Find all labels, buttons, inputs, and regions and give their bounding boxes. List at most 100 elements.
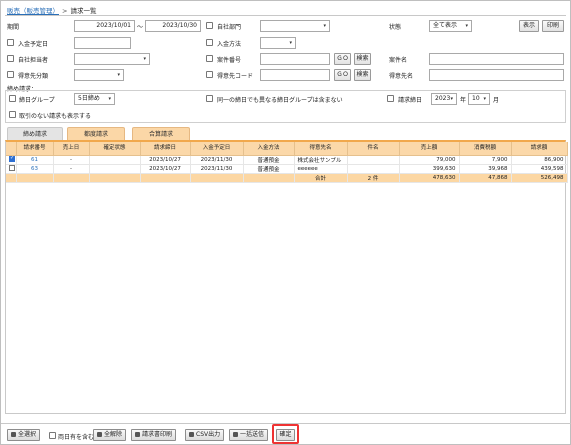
customer-code-checkbox[interactable] [206, 71, 213, 78]
breadcrumb-link-sales[interactable]: 販売（販売管理） [7, 7, 59, 15]
billing-date-checkbox[interactable] [387, 95, 394, 102]
column-header-payment-due[interactable]: 入金予定日 [190, 142, 244, 156]
month-select[interactable]: 10 ▾ [468, 93, 490, 105]
customer-name-label: 得意先名 [389, 73, 414, 80]
own-staff-select[interactable]: ▾ [74, 53, 150, 65]
payment-method-select[interactable]: ▾ [260, 37, 296, 49]
customer-name-input[interactable] [429, 69, 564, 81]
payment-due-cell: 2023/11/30 [190, 155, 244, 165]
same-group-checkbox[interactable] [206, 95, 213, 102]
tilde-separator: ～ [137, 24, 144, 31]
invoice-no-link[interactable]: 63 [16, 164, 54, 174]
tax-amount-cell: 7,900 [459, 155, 512, 165]
column-header-tax-amount[interactable]: 消費税額 [459, 142, 512, 156]
table-row[interactable]: 61 - 2023/10/27 2023/11/30 普通預金 株式会社サンプル… [6, 155, 568, 165]
closing-group-select[interactable]: 5日締め ▾ [74, 93, 115, 105]
select-all-button[interactable]: 全選択 [7, 429, 41, 441]
invoice-no-link[interactable]: 61 [16, 155, 54, 165]
same-group-label: 同一の締日でも異なる締日グループは含まない [217, 97, 343, 104]
date-from-input[interactable]: 2023/10/01 [74, 20, 135, 32]
confirm-status-cell [89, 155, 141, 165]
customer-category-checkbox[interactable] [7, 71, 14, 78]
column-header-payment-method[interactable]: 入金方法 [243, 142, 295, 156]
table-row[interactable]: 63 - 2023/10/27 2023/11/30 普通預金 eeeeee 3… [6, 164, 568, 174]
confirm-button-highlight [272, 424, 299, 444]
payment-method-cell: 普通預金 [243, 155, 295, 165]
closing-group-value: 5日締め [78, 95, 100, 102]
deselect-all-icon [97, 432, 102, 437]
customer-search-button[interactable]: 検索 [354, 69, 371, 81]
payment-due-input[interactable] [74, 37, 131, 49]
year-value: 2023 [435, 95, 451, 102]
csv-output-button[interactable]: CSV出力 [185, 429, 225, 441]
payment-method-checkbox[interactable] [206, 39, 213, 46]
table-header-row: 請求番号 売上日 確定状態 請求締日 入金予定日 入金方法 得意先名 件名 売上… [6, 142, 568, 156]
deselect-all-button[interactable]: 全解除 [93, 429, 127, 441]
column-header-billing-amount[interactable]: 請求額 [511, 142, 568, 156]
include-other-checkbox[interactable] [49, 432, 56, 439]
printer-icon [135, 432, 140, 437]
column-header-closing-date[interactable]: 請求締日 [140, 142, 191, 156]
print-invoice-label: 請求書印刷 [142, 431, 173, 438]
column-header-sales-date[interactable]: 売上日 [53, 142, 90, 156]
own-staff-label: 自社担当者 [18, 57, 49, 64]
row-checkbox-cell[interactable] [6, 164, 17, 174]
project-name-input[interactable] [429, 53, 564, 65]
row-checkbox-cell[interactable] [6, 155, 17, 165]
row-checkbox[interactable] [9, 155, 15, 163]
print-invoice-button[interactable]: 請求書印刷 [131, 429, 177, 441]
subject-cell [347, 164, 400, 174]
own-dept-checkbox[interactable] [206, 22, 213, 29]
include-other-label: 両日有を含む [58, 434, 95, 441]
column-header-invoice-no[interactable]: 請求番号 [16, 142, 54, 156]
show-button[interactable]: 表示 [519, 20, 539, 32]
send-icon [233, 432, 238, 437]
project-no-checkbox[interactable] [206, 55, 213, 62]
column-header-subject[interactable]: 件名 [347, 142, 400, 156]
chevron-down-icon: ▾ [143, 56, 146, 62]
period-label: 期間 [7, 24, 20, 31]
project-search-button[interactable]: 検索 [354, 53, 371, 65]
payment-due-checkbox[interactable] [7, 39, 14, 46]
total-empty-cell [243, 173, 295, 183]
tab-closing-billing[interactable]: 締め請求 [7, 127, 63, 140]
closing-group-checkbox[interactable] [9, 95, 16, 102]
row-checkbox[interactable] [9, 165, 15, 172]
customer-go-button[interactable]: ＧＯ [334, 69, 351, 81]
bulk-send-button[interactable]: 一括送信 [229, 429, 269, 441]
billing-date-label: 請求締日 [398, 97, 423, 104]
sales-date-cell: - [53, 164, 90, 174]
no-transaction-checkbox[interactable] [9, 111, 16, 118]
year-unit: 年 [460, 97, 467, 104]
project-go-button[interactable]: ＧＯ [334, 53, 351, 65]
closing-date-cell: 2023/10/27 [140, 164, 191, 174]
total-label: 合計 [294, 173, 348, 183]
billing-amount-cell: 86,900 [511, 155, 568, 165]
month-unit: 月 [493, 97, 500, 104]
tab-combined-billing[interactable]: 合算請求 [132, 127, 190, 140]
status-select[interactable]: 全て表示 ▾ [429, 20, 472, 32]
payment-method-label: 入金方法 [217, 41, 242, 48]
table-total-row: 合計 2 件 478,630 47,868 526,498 [6, 173, 568, 183]
chevron-down-icon: ▾ [483, 96, 486, 102]
payment-due-label: 入金予定日 [18, 41, 49, 48]
year-select[interactable]: 2023 ▾ [431, 93, 457, 105]
column-header-customer[interactable]: 得意先名 [294, 142, 348, 156]
sales-amount-cell: 79,000 [399, 155, 460, 165]
column-header-confirm-status[interactable]: 確定状態 [89, 142, 141, 156]
project-no-input[interactable] [260, 53, 330, 65]
tab-each-billing[interactable]: 都度請求 [67, 127, 125, 140]
own-dept-select[interactable]: ▾ [260, 20, 330, 32]
date-to-input[interactable]: 2023/10/30 [145, 20, 201, 32]
chevron-down-icon: ▾ [289, 40, 292, 46]
own-staff-checkbox[interactable] [7, 55, 14, 62]
customer-cell: eeeeee [294, 164, 348, 174]
total-sales-amount: 478,630 [399, 173, 460, 183]
column-header-sales-amount[interactable]: 売上額 [399, 142, 460, 156]
customer-category-select[interactable]: ▾ [74, 69, 124, 81]
total-empty-cell [89, 173, 141, 183]
chevron-down-icon: ▾ [450, 96, 453, 102]
print-button[interactable]: 印刷 [542, 20, 564, 32]
sales-amount-cell: 399,630 [399, 164, 460, 174]
customer-code-input[interactable] [260, 69, 330, 81]
